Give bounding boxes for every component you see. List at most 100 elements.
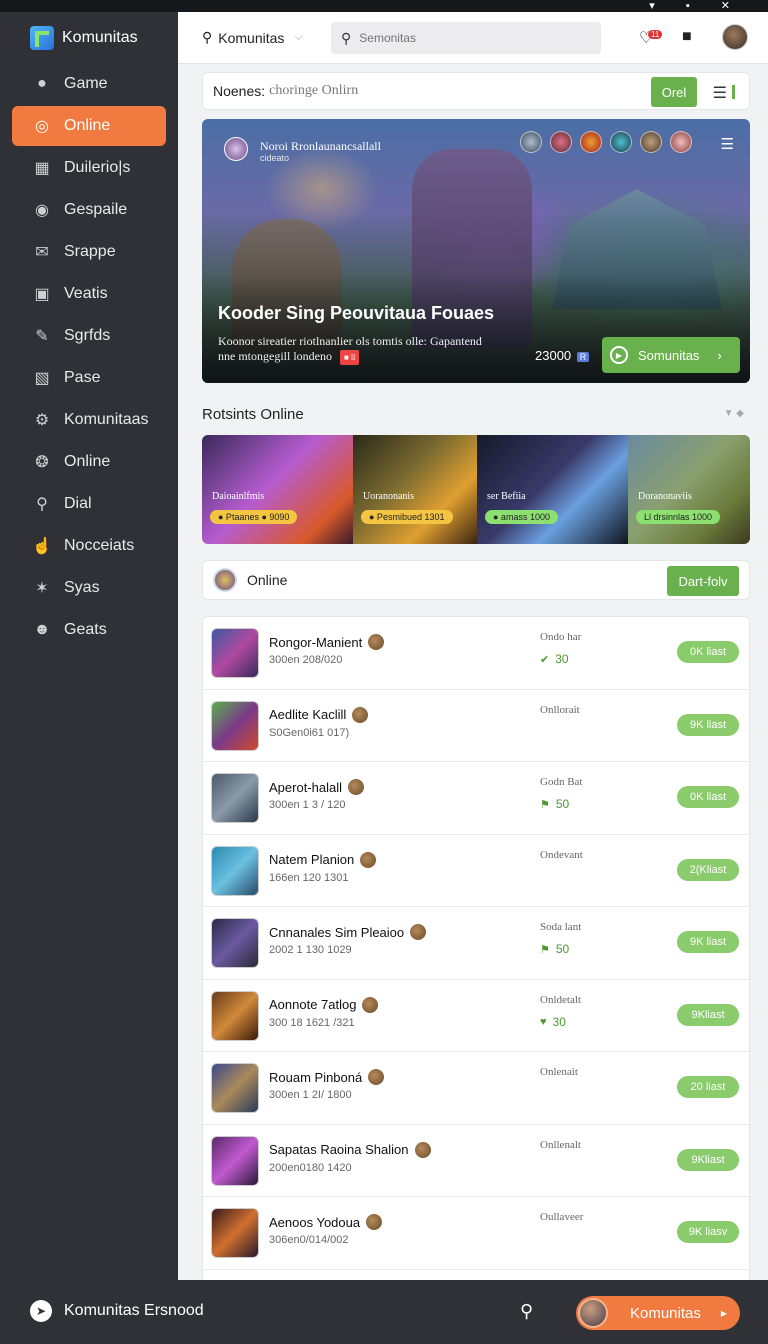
game-thumbnail [211,1063,259,1113]
action-button[interactable]: 0K liast [677,641,739,663]
action-button[interactable]: 2(Kliast [677,858,739,881]
sidebar-item[interactable]: ✉ Srappe [12,232,166,272]
sidebar-item[interactable]: ✎ Sgrfds [12,316,166,356]
search-icon: ⚲ [341,29,352,46]
sidebar-item[interactable]: ▣ Veatis [12,274,166,314]
list-item[interactable]: Rongor-Manient 300en 208/020 Ondo har ✔ 30 0K… [203,617,749,690]
search-box[interactable]: ⚲ [331,22,601,54]
player-name: Rongor-Manient [269,634,385,650]
tile-pill: Ll drsinnlas 1000 [636,510,721,524]
list-item[interactable]: Cnnanales Sim Pleaioo 2002 1 130 1029 Soda… [203,907,749,980]
chevron-down-icon: ⌵ [294,31,303,43]
community-selector[interactable]: ⚲ Komunitas ⌵ [202,29,303,46]
inbox-icon: ▣ [34,286,50,303]
sidebar-item[interactable]: ☝ Nocceiats [12,526,166,566]
list-item[interactable]: Aedlite Kaclill S0Gen0i61 017) Onllorait 9K… [203,690,749,762]
player-avatar-icon[interactable] [550,131,572,153]
action-button[interactable]: 9Kliast [677,1003,739,1026]
brand-name: Komunitas [62,29,138,46]
action-button[interactable]: 9Kliast [677,1148,739,1171]
player-name: Aperot-halall [269,779,364,795]
list-item[interactable]: Aonnote 7atlog 300 18 1621 /321 Onldetalt ♥… [203,980,749,1052]
list-item[interactable] [203,1270,749,1281]
hero-avatar [224,137,248,161]
list-item[interactable]: Natem Planion 166en 120 1301 Ondevant 2(Kli… [203,835,749,907]
player-avatar-icon[interactable] [670,131,692,153]
compass-icon: ➤ [30,1300,52,1322]
sidebar: Komunitas ● Game ◎ Online ▦ Duilerio|s ◉ Gespai… [0,12,178,1280]
game-tile[interactable]: Daioainlfmis ● Ptaanes ● 9090 [202,435,353,544]
sidebar-item[interactable]: ✶ Syas [12,568,166,608]
action-button[interactable]: 9K liast [677,931,739,953]
player-avatar-icon[interactable] [580,131,602,153]
tile-pill: ● Pesmibued 1301 [361,510,453,524]
main-content: ⚲ Komunitas ⌵ ⚲ ♡ 11 ■ Noenes: choringe … [178,12,768,1280]
action-button[interactable]: 9K liast [677,713,739,736]
value-icon: ⚑ [540,943,550,956]
list-item[interactable]: Aperot-halall 300en 1 3 / 120 Godn Bat ⚑ 50 0… [203,762,749,835]
game-thumbnail [211,990,259,1041]
bottom-brand[interactable]: ➤ Komunitas Ersnood [30,1300,204,1322]
game-tile[interactable]: ser Befiia ● amass 1000 [477,435,628,544]
menu-icon[interactable]: ☰ [713,83,736,103]
game-tile[interactable]: Doranonaviis Ll drsinnlas 1000 [628,435,750,544]
hero-title: Kooder Sing Peouvitaua Fouaes [218,303,495,323]
filter-value[interactable]: choringe Onlirn [269,83,358,99]
play-icon: ▶ [610,346,628,364]
list-item[interactable]: Sapatas Raoina Shalion 200en0180 1420 Onll… [203,1125,749,1197]
filter-button[interactable]: Orel [651,77,697,107]
action-button[interactable]: 0K liast [677,786,739,808]
hero-cta-button[interactable]: ▶ Somunitas › [602,337,740,373]
sidebar-item[interactable]: ◉ Gespaile [12,190,166,230]
pen-icon: ✎ [35,328,49,345]
menu-icon[interactable]: ☰ [721,135,734,153]
sidebar-item[interactable]: ▧ Pase [12,358,166,398]
building-icon: ▦ [34,160,50,177]
brand[interactable]: Komunitas [0,12,178,64]
bag-icon[interactable]: ■ [682,28,702,48]
list-item[interactable]: Rouam Pinboná 300en 1 2I/ 1800 Onlenait 20 … [203,1052,749,1125]
coin-icon [360,851,377,868]
avatar [213,568,237,592]
app-logo-icon [30,26,54,50]
player-status: Ondo har [540,631,582,643]
action-button[interactable]: 20 liast [677,1076,739,1098]
coin-icon [362,996,379,1013]
bottom-cta-button[interactable]: Komunitas ▸ [576,1296,740,1330]
sidebar-item-label: Dial [64,495,92,512]
game-tile[interactable]: Uoranonanis ● Pesmibued 1301 [353,435,477,544]
player-meta: 300 18 1621 /321 [269,1016,355,1029]
player-avatar-icon[interactable] [520,131,542,153]
avatar[interactable] [722,24,748,50]
action-button[interactable]: 9K liasv [677,1221,739,1243]
player-avatar-icon[interactable] [640,131,662,153]
sidebar-item[interactable]: ◎ Online [12,106,166,146]
search-input[interactable] [359,31,580,45]
top-bar: ⚲ Komunitas ⌵ ⚲ ♡ 11 ■ [178,12,768,64]
sidebar-item[interactable]: ⚲ Dial [12,484,166,524]
sidebar-item[interactable]: ● Game [12,64,166,104]
sidebar-item[interactable]: ❂ Online [12,442,166,482]
search-icon[interactable]: ⚲ [520,1301,542,1323]
game-thumbnail [211,773,259,823]
game-thumbnail [211,628,259,678]
community-label: Komunitas [218,29,285,46]
list-item[interactable]: Aenoos Yodoua 306en0/014/002 Oullaveer 9K l… [203,1197,749,1270]
player-value: ⚑ 50 [540,942,570,956]
sidebar-item[interactable]: ▦ Duilerio|s [12,148,166,188]
sidebar-item[interactable]: ☻ Geats [12,610,166,650]
online-bar: Online Dart-folv [202,560,750,600]
carousel-controls-icon[interactable]: ▼ ◆ [724,408,744,419]
online-button[interactable]: Dart-folv [667,566,739,596]
sidebar-item-label: Online [64,453,111,470]
tile-label: ser Befiia [487,491,526,502]
value-icon: ⚑ [540,798,550,811]
hero-banner[interactable]: Noroi Rronlaunancsallall cideato ☰ Koode… [202,119,750,383]
coin-icon [352,706,369,723]
player-avatar-icon[interactable] [610,131,632,153]
sidebar-item[interactable]: ⚙ Komunitaas [12,400,166,440]
sidebar-item-label: Srappe [64,243,116,260]
filter-label: Noenes: [213,83,266,99]
coin-icon [368,634,385,650]
disc-icon: ◉ [35,202,49,219]
